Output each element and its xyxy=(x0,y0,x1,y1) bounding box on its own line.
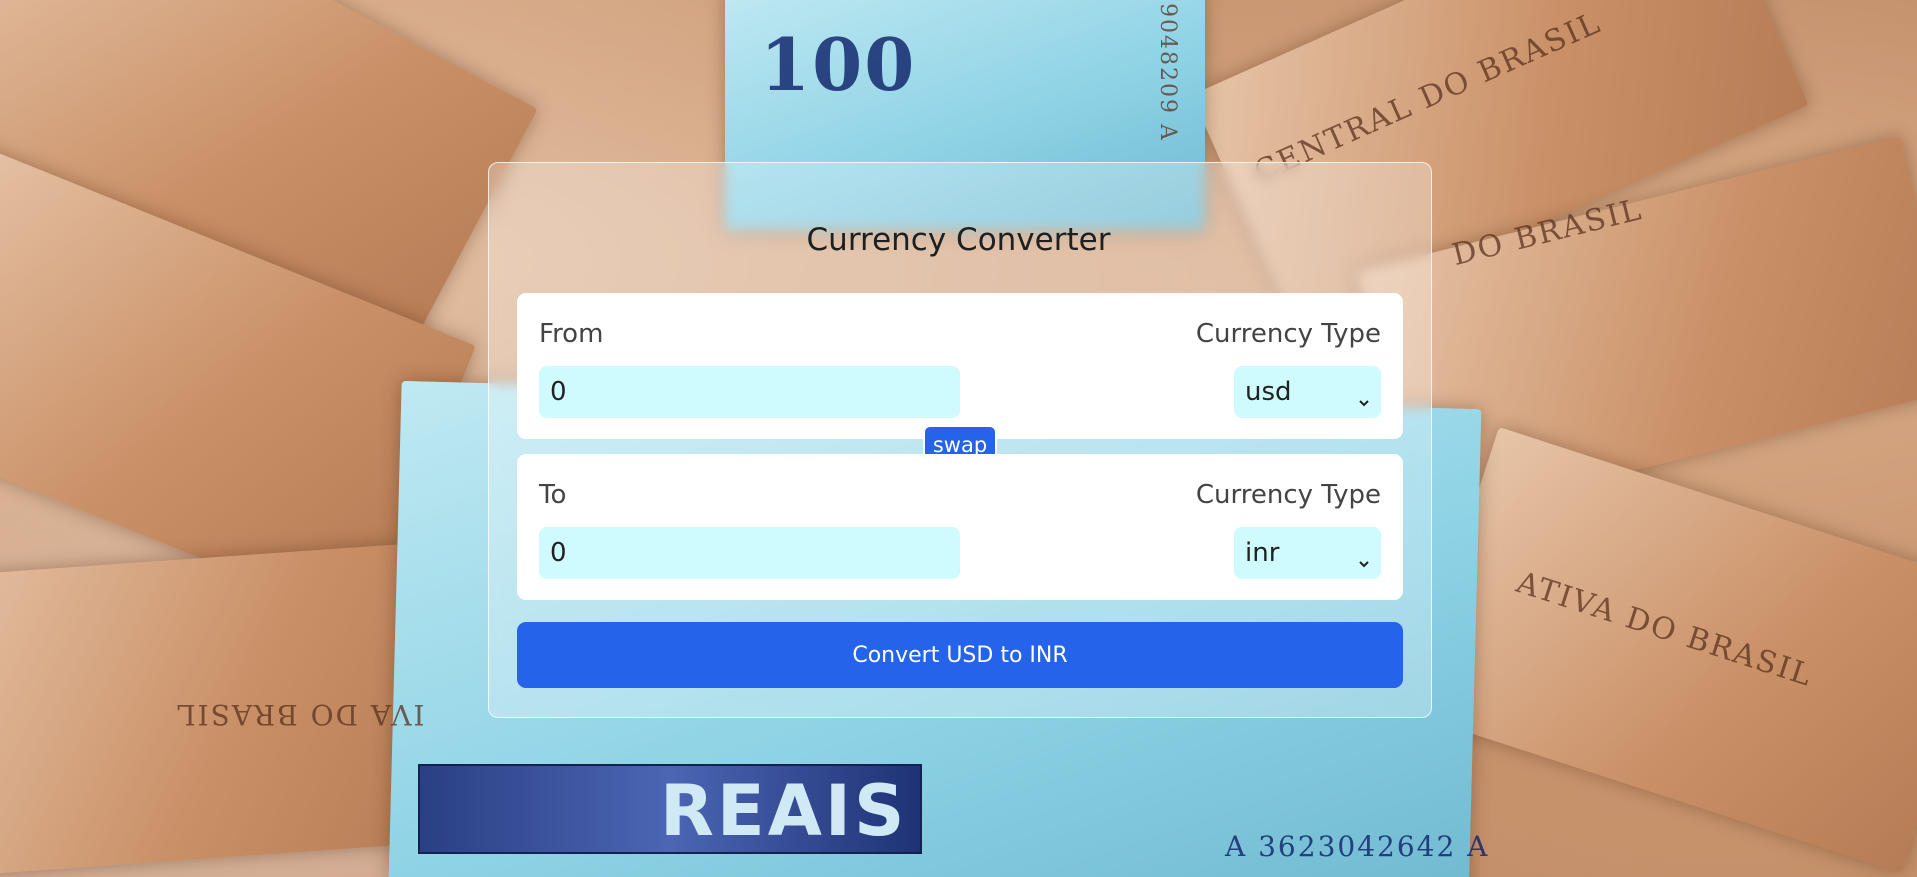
note-text: A 3623042642 A xyxy=(1225,830,1490,863)
to-amount-input[interactable] xyxy=(539,527,960,579)
to-currency-type-label: Currency Type xyxy=(1195,480,1381,510)
banknote xyxy=(1406,426,1917,874)
note-text: IVA DO BRASIL xyxy=(175,698,425,731)
chevron-down-icon xyxy=(1358,386,1370,407)
from-currency-select[interactable]: usd xyxy=(1234,366,1381,418)
from-currency-type-label: Currency Type xyxy=(1195,319,1381,349)
note-text: REAIS xyxy=(660,770,908,852)
to-currency-value: inr xyxy=(1245,538,1280,568)
note-text: 100 xyxy=(760,22,917,107)
to-currency-select[interactable]: inr xyxy=(1234,527,1381,579)
to-label: To xyxy=(539,480,567,510)
chevron-down-icon xyxy=(1358,547,1370,568)
from-label: From xyxy=(539,319,604,349)
from-panel: From Currency Type usd xyxy=(517,293,1403,439)
page-title: Currency Converter xyxy=(806,222,1111,258)
note-text: 9048209 A xyxy=(1154,3,1180,142)
convert-button[interactable]: Convert USD to INR xyxy=(517,622,1403,688)
from-amount-input[interactable] xyxy=(539,366,960,418)
from-currency-value: usd xyxy=(1245,377,1292,407)
to-panel: To Currency Type inr xyxy=(517,454,1403,600)
